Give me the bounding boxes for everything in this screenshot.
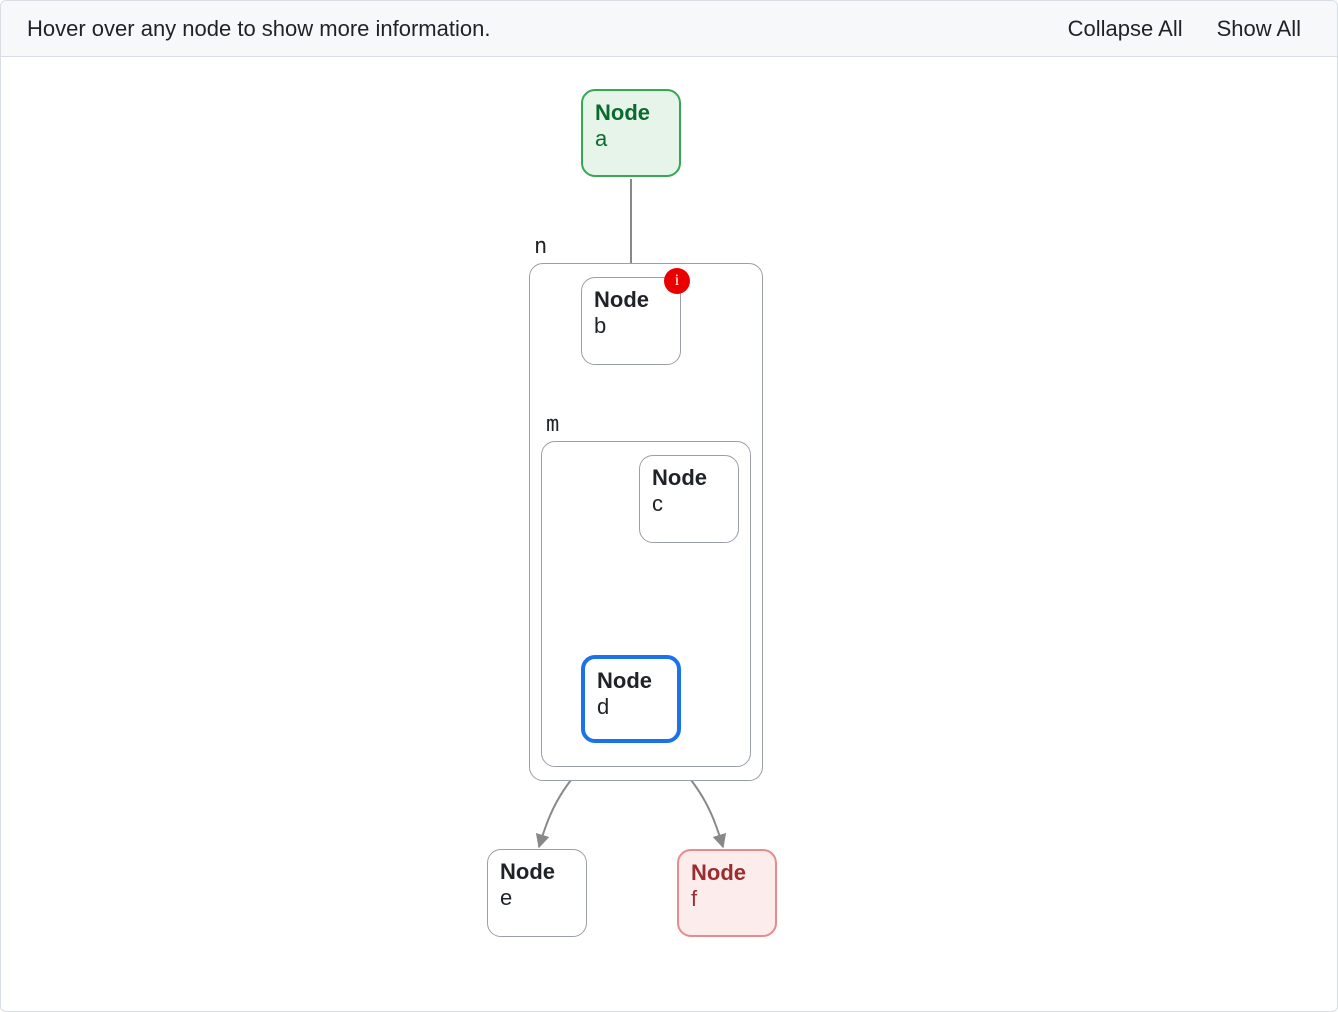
node-c[interactable]: Node c [639,455,739,543]
node-sub: d [597,695,665,719]
group-n-label: n [534,234,547,259]
diagram-frame: Hover over any node to show more informa… [0,0,1338,1012]
node-sub: b [594,314,668,338]
node-title: Node [594,288,668,312]
node-sub: c [652,492,726,516]
node-title: Node [652,466,726,490]
node-title: Node [691,861,763,885]
node-sub: f [691,887,763,911]
node-sub: e [500,886,574,910]
info-badge-icon[interactable]: i [664,268,690,294]
node-f[interactable]: Node f [677,849,777,937]
node-title: Node [597,669,665,693]
node-a[interactable]: Node a [581,89,681,177]
graph-canvas[interactable]: n m Node a i Node b Node c Node d Node [1,57,1337,1011]
node-title: Node [500,860,574,884]
toolbar: Hover over any node to show more informa… [1,1,1337,57]
node-sub: a [595,127,667,151]
show-all-button[interactable]: Show All [1207,10,1311,48]
hover-hint: Hover over any node to show more informa… [27,16,1044,42]
node-b[interactable]: i Node b [581,277,681,365]
collapse-all-button[interactable]: Collapse All [1058,10,1193,48]
node-title: Node [595,101,667,125]
group-m-label: m [546,412,559,437]
node-e[interactable]: Node e [487,849,587,937]
node-d[interactable]: Node d [581,655,681,743]
